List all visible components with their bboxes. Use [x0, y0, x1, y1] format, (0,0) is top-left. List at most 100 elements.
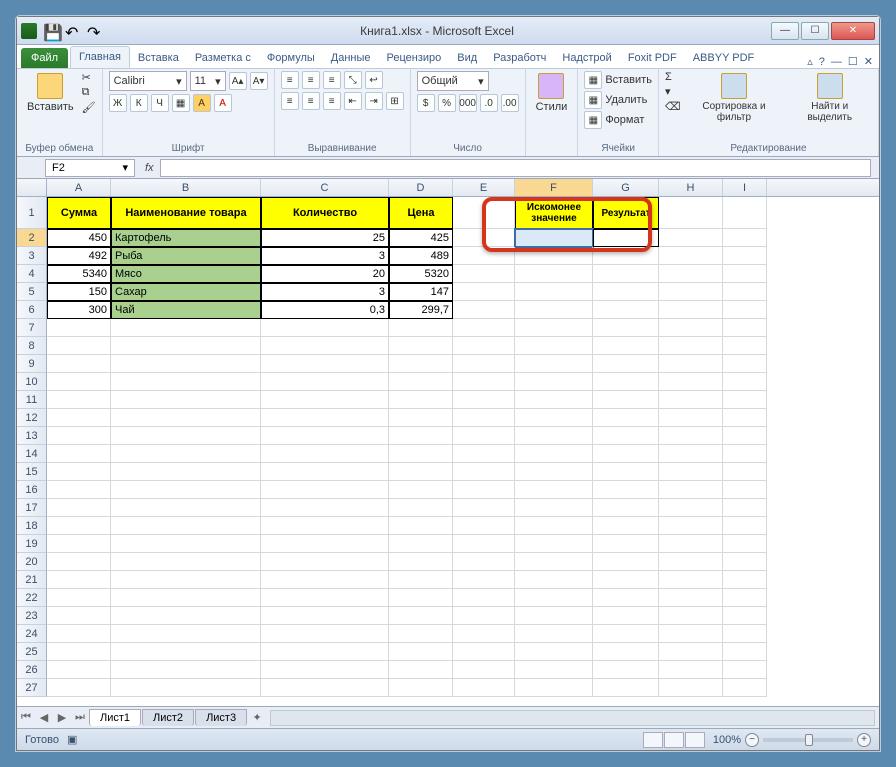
cell-F18[interactable] [515, 517, 593, 535]
cut-icon[interactable]: ✂ [82, 71, 96, 84]
cell-E3[interactable] [453, 247, 515, 265]
cell-G5[interactable] [593, 283, 659, 301]
cell-E22[interactable] [453, 589, 515, 607]
cell-F27[interactable] [515, 679, 593, 697]
cell-C23[interactable] [261, 607, 389, 625]
formatpainter-icon[interactable]: 🖌 [82, 101, 96, 114]
cell-G23[interactable] [593, 607, 659, 625]
border-icon[interactable]: ▦ [172, 94, 190, 112]
cell-I22[interactable] [723, 589, 767, 607]
align-center-icon[interactable]: ≡ [302, 92, 320, 110]
align-top-icon[interactable]: ≡ [281, 71, 299, 89]
cell-C4[interactable]: 20 [261, 265, 389, 283]
wrap-text-icon[interactable]: ↩ [365, 71, 383, 89]
orientation-icon[interactable]: ⤡ [344, 71, 362, 89]
view-pagelayout-icon[interactable] [664, 732, 684, 748]
cell-H18[interactable] [659, 517, 723, 535]
cell-F23[interactable] [515, 607, 593, 625]
cell-E5[interactable] [453, 283, 515, 301]
indent-inc-icon[interactable]: ⇥ [365, 92, 383, 110]
row-header-22[interactable]: 22 [17, 589, 47, 607]
cell-E24[interactable] [453, 625, 515, 643]
zoom-in-icon[interactable]: + [857, 733, 871, 747]
cell-F16[interactable] [515, 481, 593, 499]
cell-C14[interactable] [261, 445, 389, 463]
cell-A24[interactable] [47, 625, 111, 643]
cell-C16[interactable] [261, 481, 389, 499]
inc-decimal-icon[interactable]: .0 [480, 94, 498, 112]
cell-D6[interactable]: 299,7 [389, 301, 453, 319]
cell-F17[interactable] [515, 499, 593, 517]
cell-I25[interactable] [723, 643, 767, 661]
view-pagebreak-icon[interactable] [685, 732, 705, 748]
cell-B2[interactable]: Картофель [111, 229, 261, 247]
cell-G25[interactable] [593, 643, 659, 661]
cell-B23[interactable] [111, 607, 261, 625]
cell-F1[interactable]: Искомонее значение [515, 197, 593, 229]
cell-E21[interactable] [453, 571, 515, 589]
cell-H7[interactable] [659, 319, 723, 337]
cell-H9[interactable] [659, 355, 723, 373]
macro-icon[interactable]: ▣ [67, 733, 77, 746]
fx-icon[interactable]: fx [139, 162, 160, 174]
italic-button[interactable]: К [130, 94, 148, 112]
cell-D14[interactable] [389, 445, 453, 463]
cell-A26[interactable] [47, 661, 111, 679]
cell-G20[interactable] [593, 553, 659, 571]
cell-E13[interactable] [453, 427, 515, 445]
cell-A18[interactable] [47, 517, 111, 535]
help-icon[interactable]: ? [819, 56, 825, 68]
cell-I11[interactable] [723, 391, 767, 409]
cell-E4[interactable] [453, 265, 515, 283]
save-icon[interactable]: 💾 [43, 23, 59, 39]
cell-H16[interactable] [659, 481, 723, 499]
row-header-14[interactable]: 14 [17, 445, 47, 463]
cell-A8[interactable] [47, 337, 111, 355]
cell-E19[interactable] [453, 535, 515, 553]
minimize-button[interactable]: — [771, 22, 799, 40]
col-I[interactable]: I [723, 179, 767, 196]
cell-D5[interactable]: 147 [389, 283, 453, 301]
cell-H3[interactable] [659, 247, 723, 265]
cell-D13[interactable] [389, 427, 453, 445]
cell-H20[interactable] [659, 553, 723, 571]
cell-I26[interactable] [723, 661, 767, 679]
cell-B22[interactable] [111, 589, 261, 607]
cell-E27[interactable] [453, 679, 515, 697]
cell-D18[interactable] [389, 517, 453, 535]
cell-C1[interactable]: Количество [261, 197, 389, 229]
cell-B8[interactable] [111, 337, 261, 355]
cell-A4[interactable]: 5340 [47, 265, 111, 283]
cell-D27[interactable] [389, 679, 453, 697]
cell-A9[interactable] [47, 355, 111, 373]
cell-A2[interactable]: 450 [47, 229, 111, 247]
format-cell-icon[interactable]: ▦ [584, 111, 602, 129]
cell-F26[interactable] [515, 661, 593, 679]
cell-B27[interactable] [111, 679, 261, 697]
cell-A23[interactable] [47, 607, 111, 625]
row-header-12[interactable]: 12 [17, 409, 47, 427]
cell-I19[interactable] [723, 535, 767, 553]
row-header-21[interactable]: 21 [17, 571, 47, 589]
cell-F9[interactable] [515, 355, 593, 373]
fill-color-icon[interactable]: A [193, 94, 211, 112]
cell-A13[interactable] [47, 427, 111, 445]
cell-A20[interactable] [47, 553, 111, 571]
cell-A15[interactable] [47, 463, 111, 481]
cell-H27[interactable] [659, 679, 723, 697]
font-size-box[interactable]: 11▾ [190, 71, 226, 91]
bold-button[interactable]: Ж [109, 94, 127, 112]
cell-B15[interactable] [111, 463, 261, 481]
cell-A16[interactable] [47, 481, 111, 499]
cell-H10[interactable] [659, 373, 723, 391]
cell-I14[interactable] [723, 445, 767, 463]
cell-H21[interactable] [659, 571, 723, 589]
cell-C2[interactable]: 25 [261, 229, 389, 247]
copy-icon[interactable]: ⧉ [82, 86, 96, 99]
select-all-corner[interactable] [17, 179, 47, 196]
cell-B4[interactable]: Мясо [111, 265, 261, 283]
tab-formulas[interactable]: Формулы [259, 48, 323, 68]
cell-D21[interactable] [389, 571, 453, 589]
cell-B26[interactable] [111, 661, 261, 679]
col-F[interactable]: F [515, 179, 593, 196]
